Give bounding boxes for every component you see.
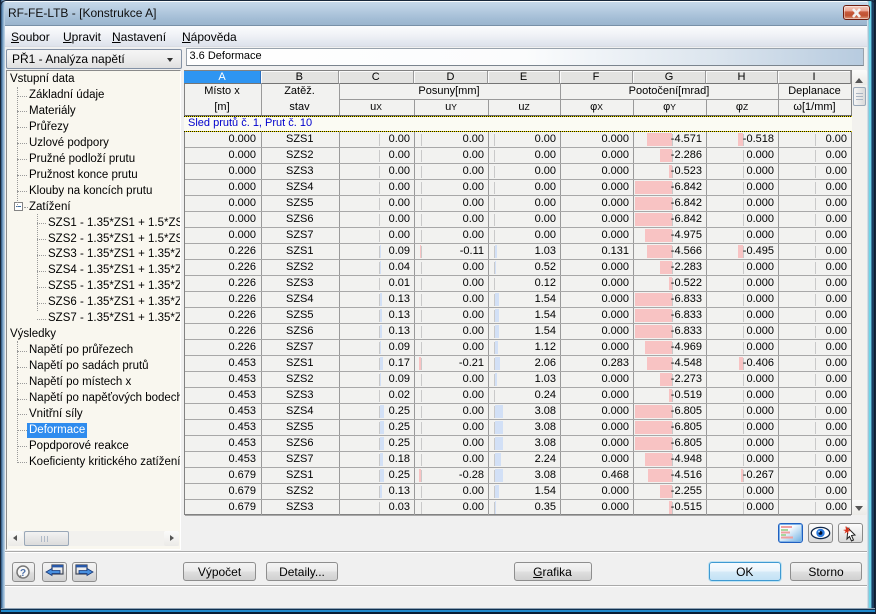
svg-text:?: ? <box>20 568 26 579</box>
